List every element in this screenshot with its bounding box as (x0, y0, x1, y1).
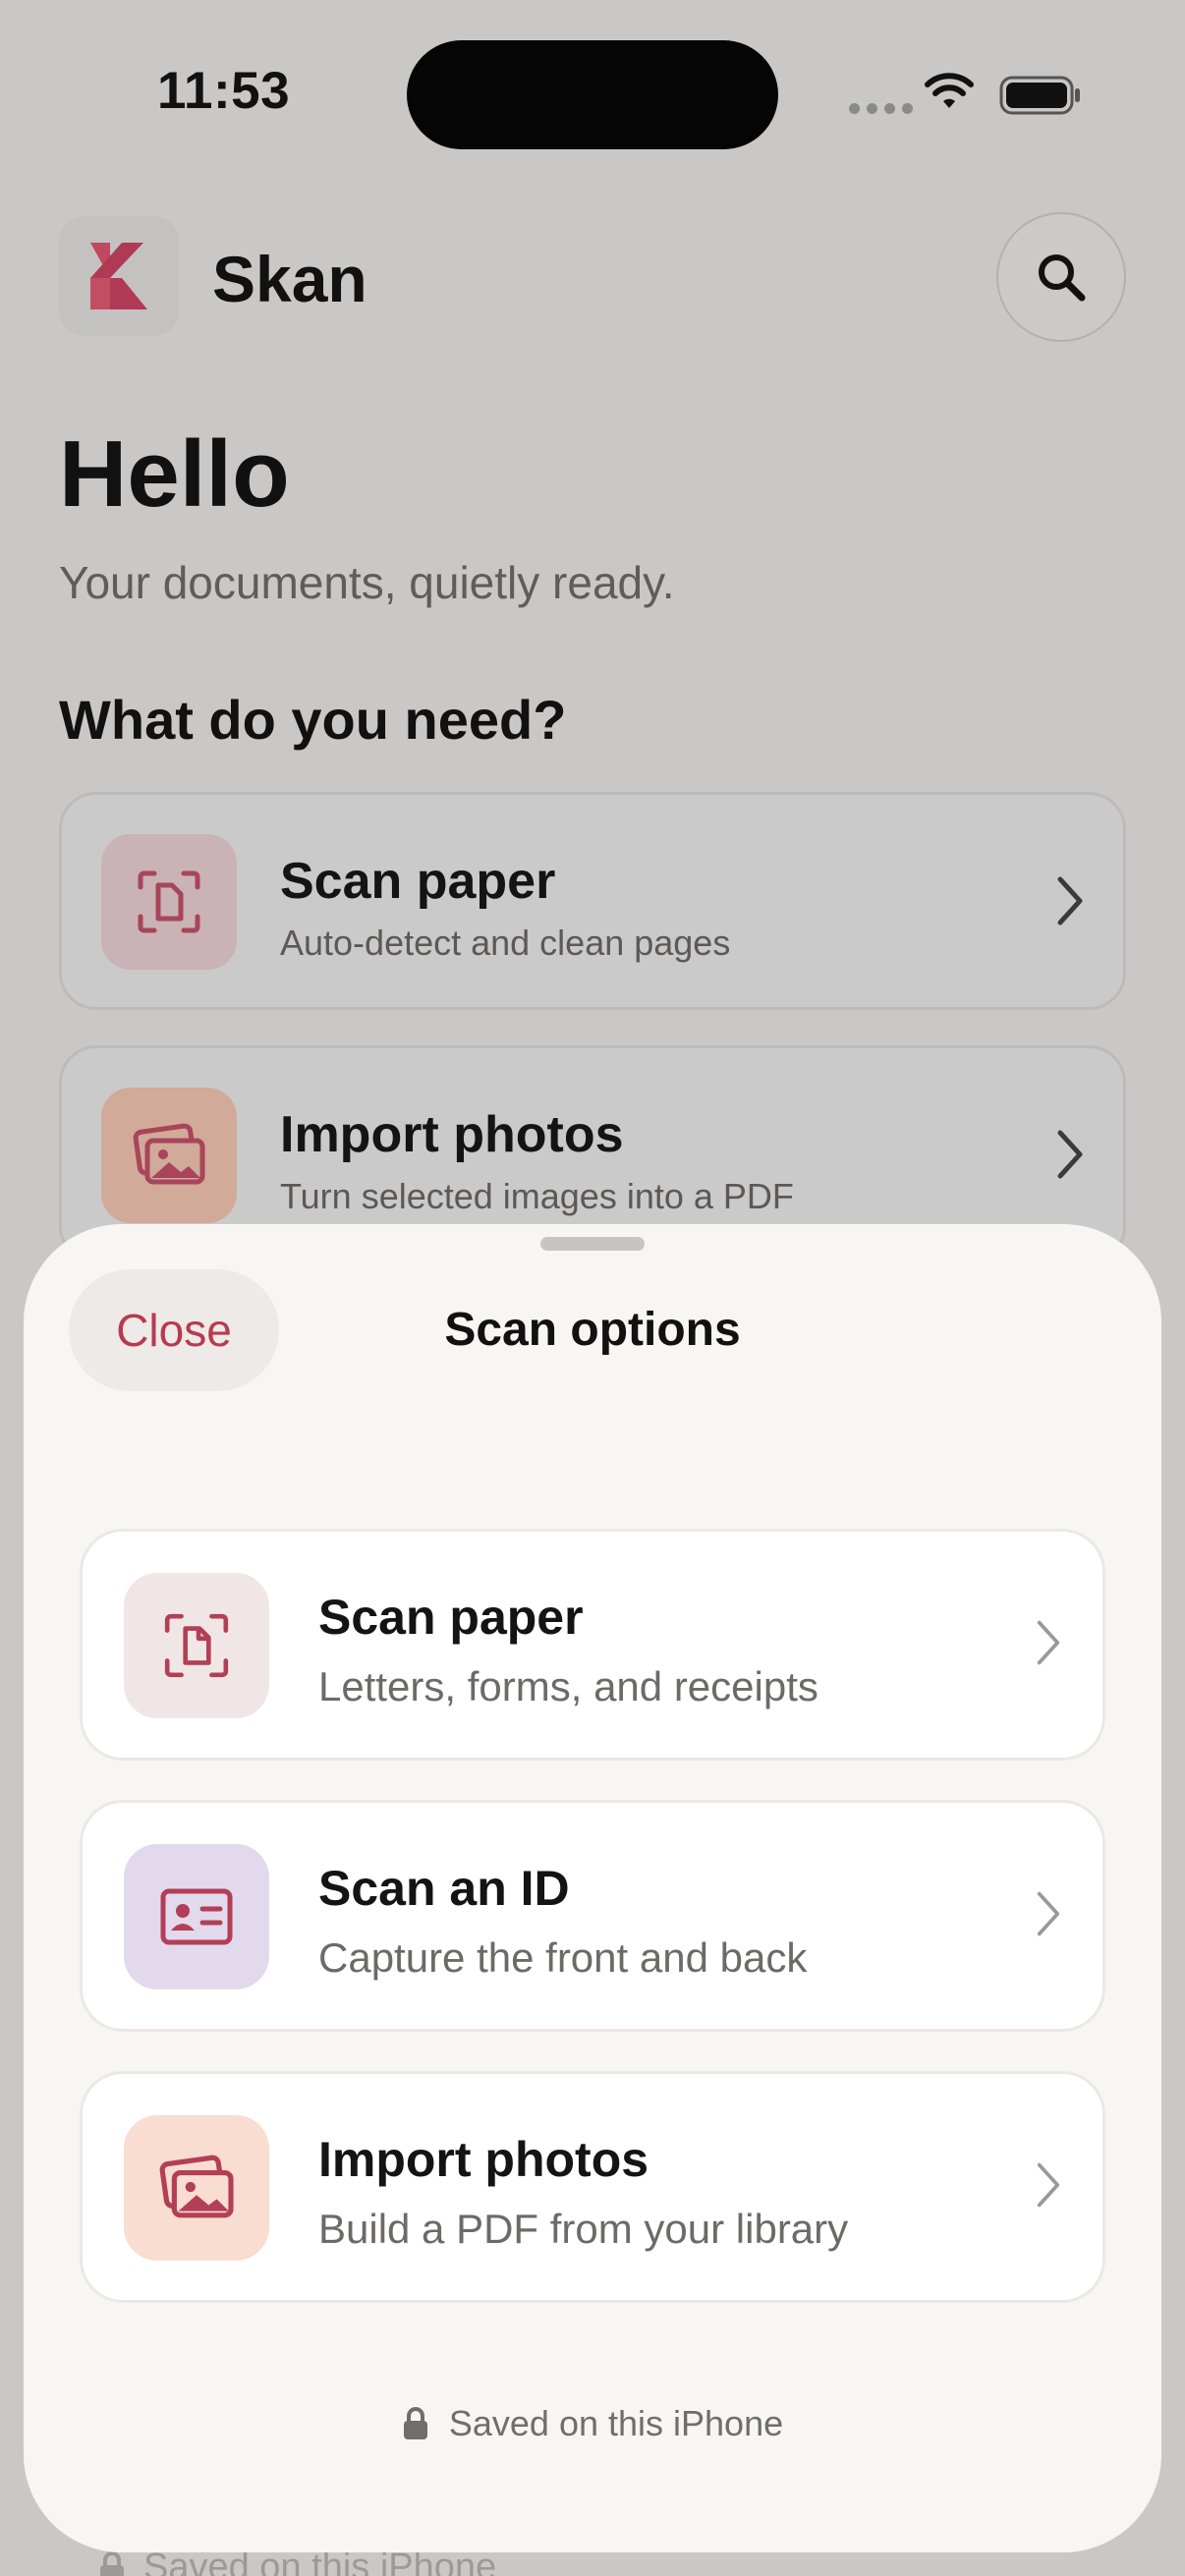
document-scan-icon (101, 834, 237, 970)
option-subtitle: Build a PDF from your library (318, 2206, 849, 2252)
photos-icon (124, 2115, 269, 2261)
card-title: Scan paper (280, 853, 556, 910)
sheet-title: Scan options (444, 1304, 741, 1356)
chevron-right-icon (1037, 2162, 1060, 2208)
search-button[interactable] (996, 212, 1126, 342)
status-time: 11:53 (157, 62, 291, 120)
option-scan-id[interactable]: Scan an ID Capture the front and back (80, 1800, 1105, 2032)
photos-icon (101, 1088, 237, 1223)
dynamic-island (407, 40, 778, 149)
cellular-signal-icon (849, 103, 913, 114)
card-subtitle: Turn selected images into a PDF (280, 1176, 794, 1216)
search-icon (1039, 254, 1086, 302)
option-subtitle: Capture the front and back (318, 1934, 808, 1981)
lock-icon (100, 2550, 124, 2576)
battery-icon (999, 76, 1080, 115)
lock-icon (403, 2407, 427, 2439)
chevron-right-icon (1057, 1130, 1083, 1179)
option-title: Scan an ID (318, 1861, 570, 1916)
greeting-heading: Hello (59, 421, 290, 527)
option-title: Scan paper (318, 1590, 584, 1645)
chevron-right-icon (1037, 1891, 1060, 1936)
chevron-right-icon (1037, 1620, 1060, 1665)
app-title: Skan (212, 243, 367, 315)
option-subtitle: Letters, forms, and receipts (318, 1663, 818, 1709)
sheet-footer-label: Saved on this iPhone (448, 2403, 784, 2443)
section-title: What do you need? (59, 689, 567, 751)
scan-options-sheet: Close Scan options Scan paper Letters, f… (24, 1224, 1161, 2552)
option-scan-paper[interactable]: Scan paper Letters, forms, and receipts (80, 1529, 1105, 1761)
app-logo (59, 216, 179, 336)
sheet-grabber[interactable] (540, 1237, 645, 1251)
card-subtitle: Auto-detect and clean pages (280, 923, 731, 963)
id-card-icon (124, 1844, 269, 1989)
tagline: Your documents, quietly ready. (59, 557, 675, 608)
option-title: Import photos (318, 2132, 649, 2187)
sheet-footer: Saved on this iPhone (24, 2403, 1161, 2444)
card-title: Import photos (280, 1106, 624, 1163)
chevron-right-icon (1057, 876, 1083, 925)
option-import-photos[interactable]: Import photos Build a PDF from your libr… (80, 2071, 1105, 2303)
wifi-icon (925, 73, 974, 108)
skan-logo-icon (90, 243, 147, 309)
home-card-scan-paper[interactable]: Scan paper Auto-detect and clean pages (59, 792, 1126, 1010)
document-scan-icon (124, 1573, 269, 1718)
